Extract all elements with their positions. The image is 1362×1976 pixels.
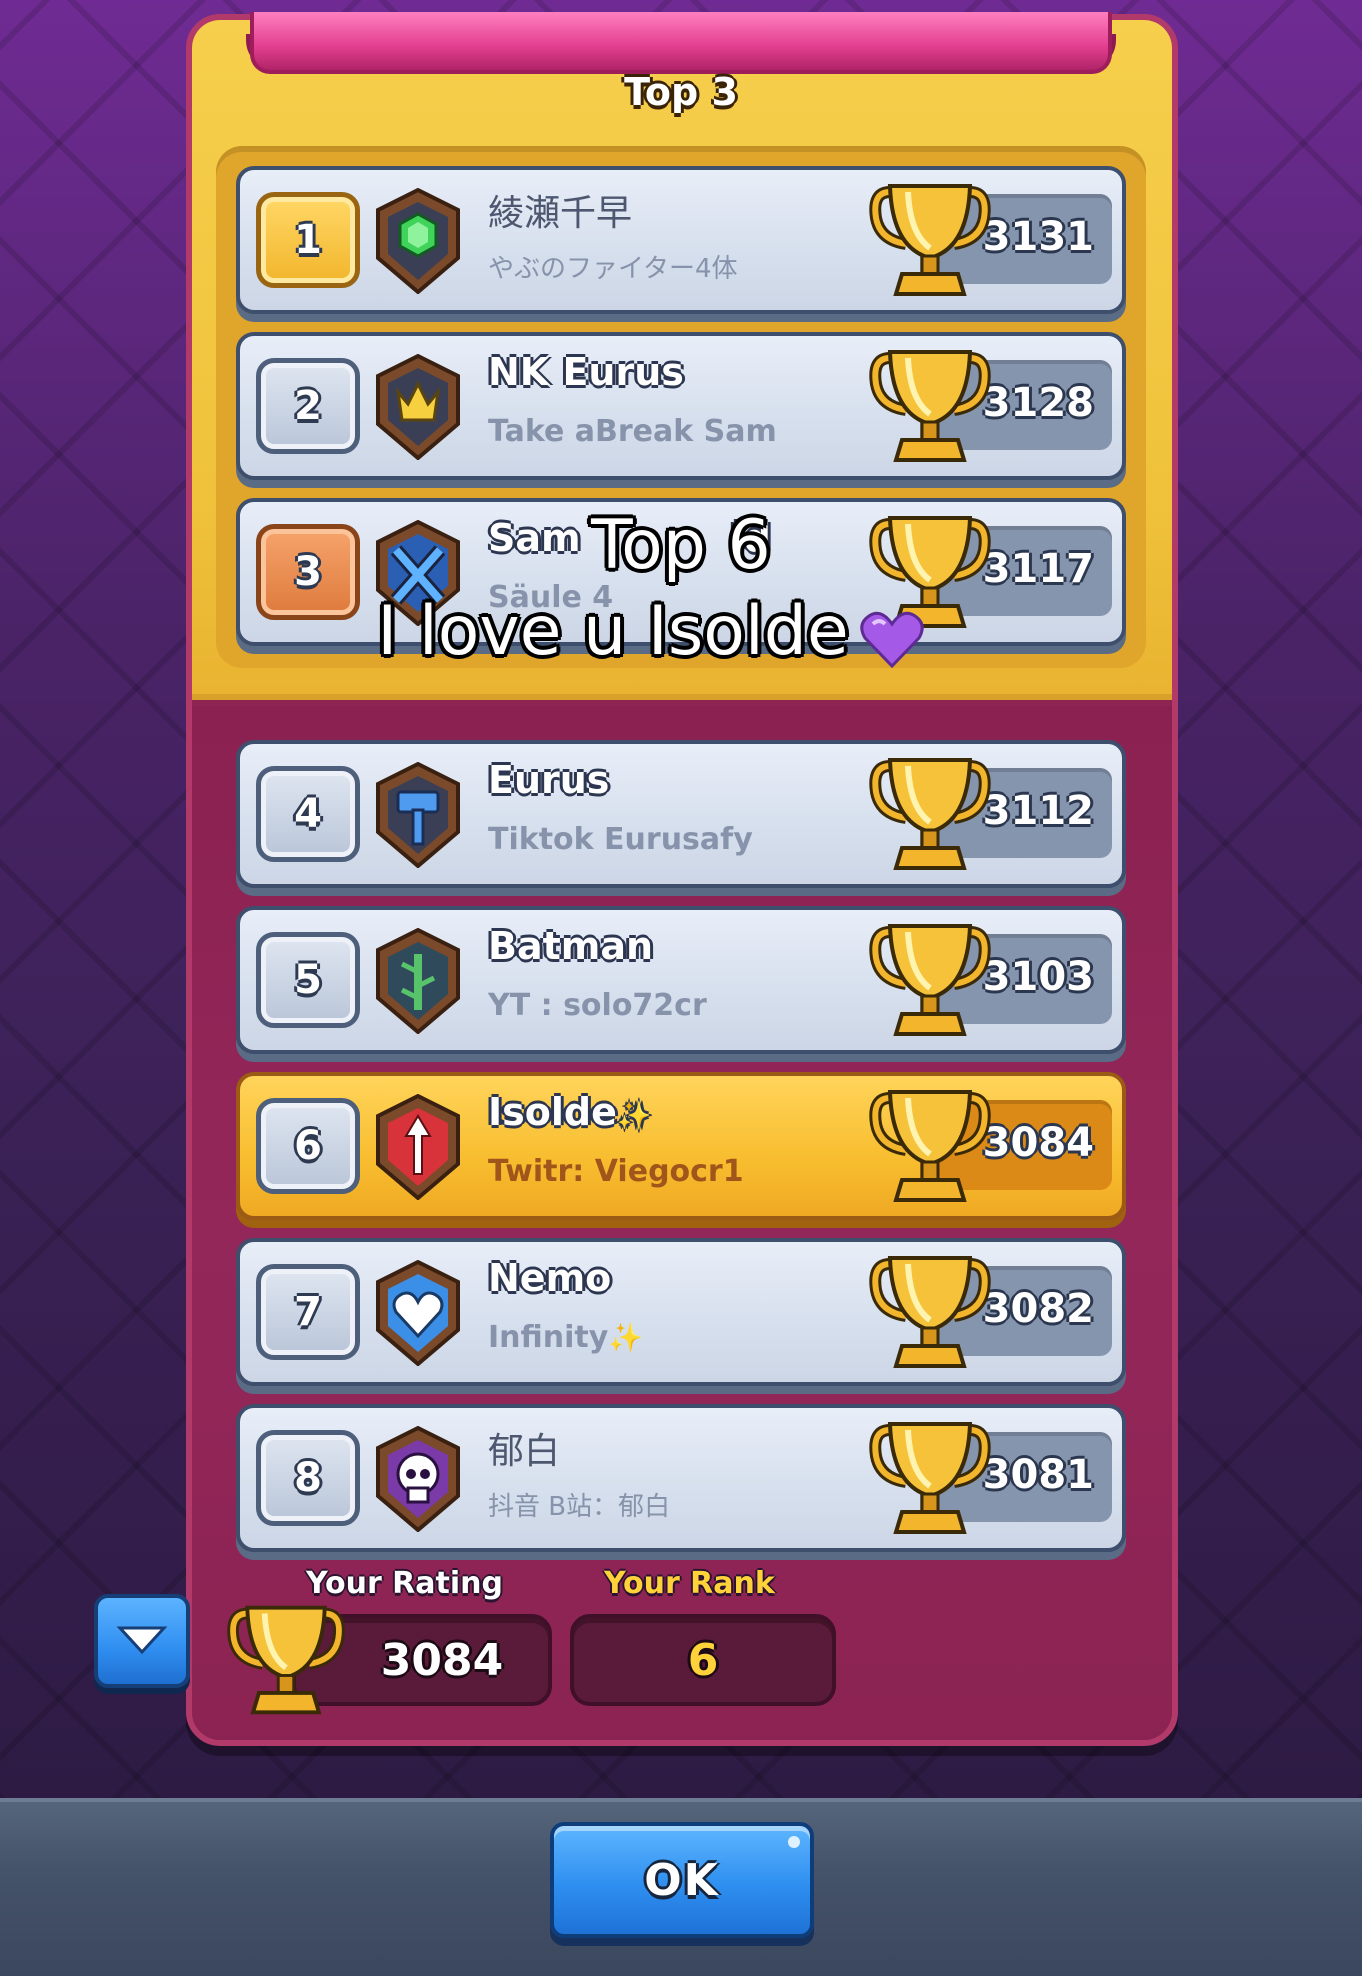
ok-button[interactable]: OK: [550, 1822, 814, 1938]
trophy-icon: [868, 918, 992, 1042]
your-rank-label: Your Rank: [604, 1566, 775, 1601]
your-rating-label: Your Rating: [306, 1566, 503, 1601]
leaderboard-row-2[interactable]: 2 NK Eurus Take aBreak Sam 3128: [236, 332, 1126, 480]
rank-badge: 7: [256, 1264, 360, 1360]
green-gem-icon: [374, 187, 462, 295]
player-name: Batman: [488, 924, 654, 968]
clan-name: YT : solo72cr: [488, 988, 707, 1023]
clan-name: Infinity✨: [488, 1320, 644, 1355]
trophy-count: 3082: [982, 1286, 1094, 1332]
rank-badge: 8: [256, 1430, 360, 1526]
trophy-icon: [868, 1084, 992, 1208]
chevron-down-icon: [116, 1626, 168, 1655]
rank-badge: 5: [256, 932, 360, 1028]
leaderboard-row-7[interactable]: 7 Nemo Infinity✨ 3082: [236, 1238, 1126, 1386]
trophy-count: 3128: [982, 380, 1094, 426]
your-rank-value: 6: [570, 1614, 836, 1706]
trophy-icon: [868, 752, 992, 876]
clan-name: Twitr: Viegocr1: [488, 1154, 744, 1189]
collapse-button[interactable]: [94, 1594, 190, 1688]
overlay-caption-line1: Top 6: [591, 506, 771, 585]
rank-badge: 6: [256, 1098, 360, 1194]
trophy-icon: [868, 1250, 992, 1374]
player-name: 郁白: [488, 1431, 561, 1472]
trophy-icon: [868, 344, 992, 468]
clan-name: 抖音 B站：郁白: [488, 1492, 671, 1522]
leaderboard-row-8[interactable]: 8 郁白 抖音 B站：郁白 3081: [236, 1404, 1126, 1552]
arrow-icon: [374, 1093, 462, 1201]
player-name: Eurus: [488, 758, 610, 802]
skull-icon: [374, 1425, 462, 1533]
clan-name: やぶのファイター4体: [488, 254, 738, 284]
purple-heart-icon: [859, 606, 925, 669]
clan-name: Take aBreak Sam: [488, 414, 777, 449]
sparkle-icon: ✨: [608, 1321, 644, 1354]
header-ribbon: [250, 12, 1112, 74]
rank-badge: 1: [256, 192, 360, 288]
overlay-caption-line2: I love u Isolde: [0, 592, 1332, 671]
crown-icon: [374, 353, 462, 461]
trophy-icon: [868, 1416, 992, 1540]
trophy-count: 3112: [982, 788, 1094, 834]
bamboo-icon: [374, 927, 462, 1035]
heart-icon: [374, 1259, 462, 1367]
trophy-count: 3131: [982, 214, 1094, 260]
rank-badge: 2: [256, 358, 360, 454]
leaderboard-row-1[interactable]: 1 綾瀬千早 やぶのファイター4体 3131: [236, 166, 1126, 314]
player-name: Isolde✨: [488, 1090, 652, 1134]
trophy-icon: [226, 1600, 346, 1720]
clan-name: Tiktok Eurusafy: [488, 822, 753, 857]
trophy-count: 3084: [982, 1120, 1094, 1166]
trophy-count: 3081: [982, 1452, 1094, 1498]
hammer-icon: [374, 761, 462, 869]
leaderboard-row-5[interactable]: 5 Batman YT : solo72cr 3103: [236, 906, 1126, 1054]
sparkle-icon: ✨: [616, 1099, 652, 1132]
page-title: Top 3: [624, 70, 738, 114]
player-name: NK Eurus: [488, 350, 684, 394]
trophy-icon: [868, 178, 992, 302]
rank-badge: 4: [256, 766, 360, 862]
player-name: 綾瀬千早: [488, 193, 633, 234]
trophy-count: 3103: [982, 954, 1094, 1000]
leaderboard-row-6-current-player[interactable]: 6 Isolde✨ Twitr: Viegocr1 3084: [236, 1072, 1126, 1220]
player-name: Nemo: [488, 1256, 612, 1300]
leaderboard-row-4[interactable]: 4 Eurus Tiktok Eurusafy 3112: [236, 740, 1126, 888]
